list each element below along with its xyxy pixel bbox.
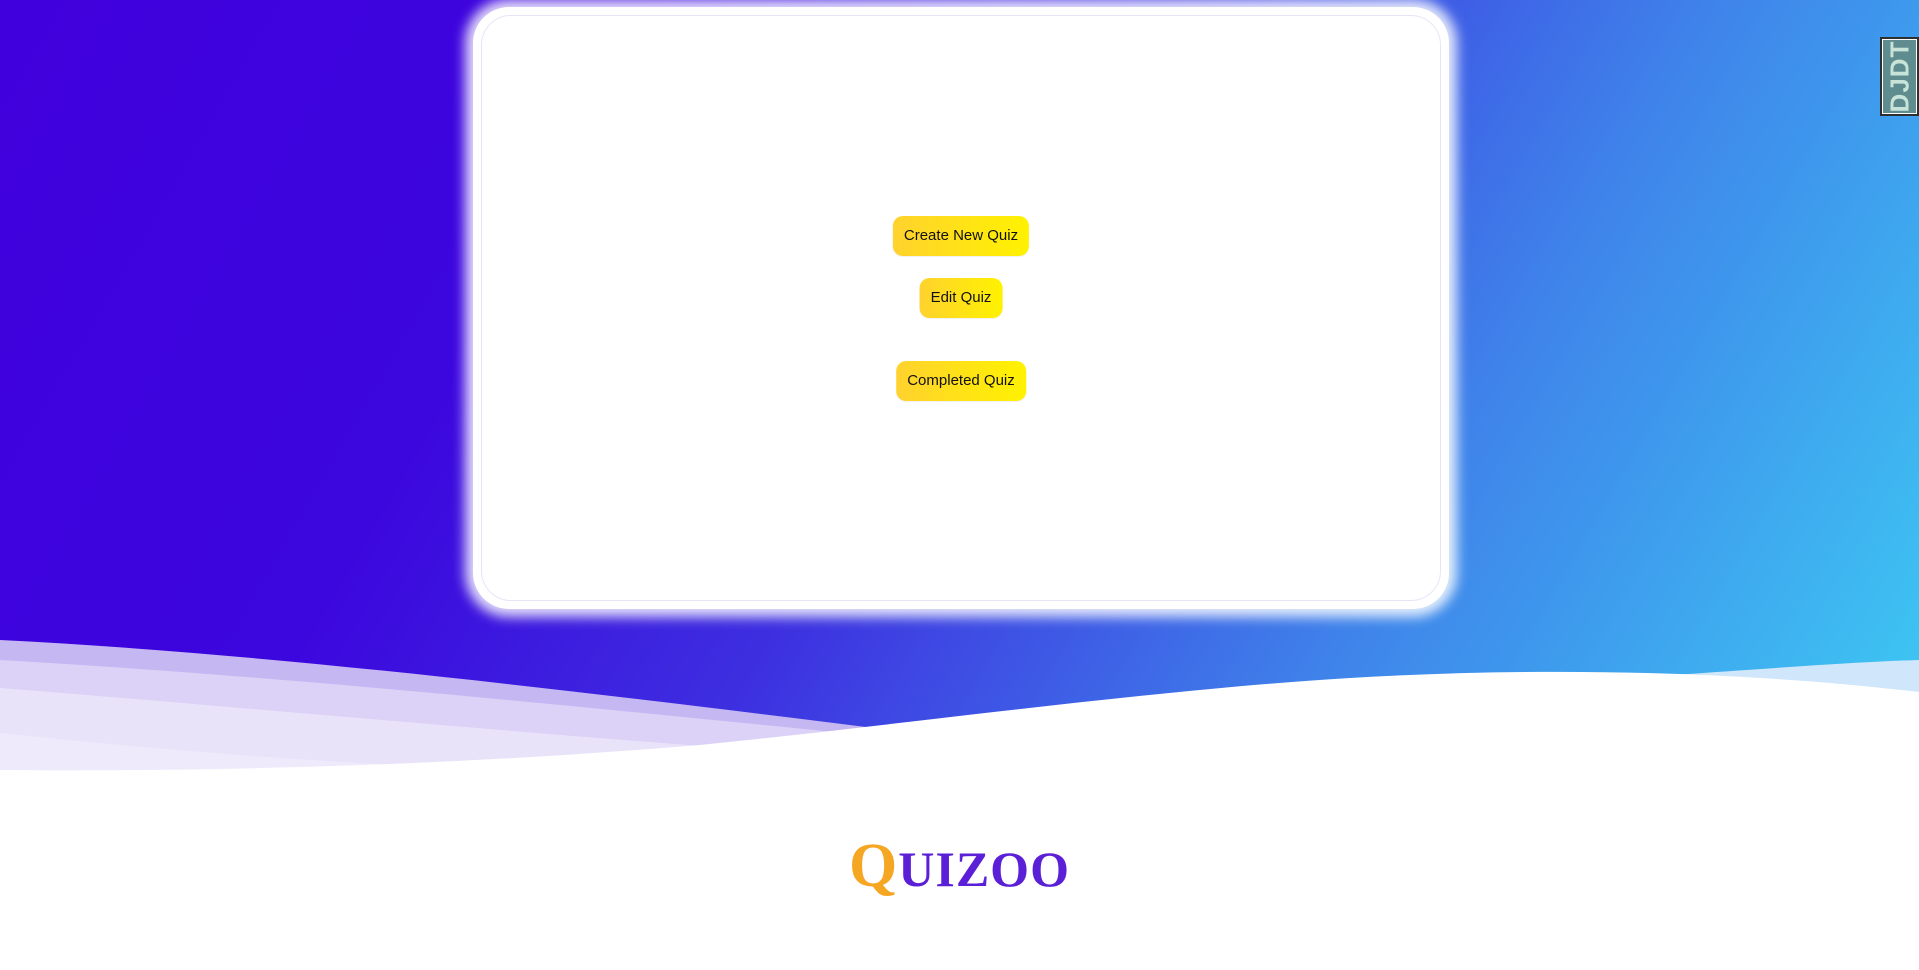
- completed-quiz-button[interactable]: Completed Quiz: [896, 361, 1026, 401]
- djdt-label: DJDT: [1884, 40, 1914, 113]
- edit-quiz-button[interactable]: Edit Quiz: [919, 278, 1003, 318]
- logo-rest-letters: UIZOO: [898, 841, 1070, 897]
- djdt-handle-inner: DJDT: [1882, 39, 1917, 114]
- quiz-menu-card: Create New Quiz Edit Quiz Completed Quiz: [473, 7, 1449, 609]
- logo-first-letter: Q: [849, 832, 899, 900]
- page: Create New Quiz Edit Quiz Completed Quiz…: [0, 0, 1919, 970]
- quizoo-logo: QUIZOO: [0, 835, 1919, 897]
- django-debug-toolbar-handle[interactable]: DJDT: [1880, 37, 1919, 116]
- create-new-quiz-button[interactable]: Create New Quiz: [892, 216, 1030, 256]
